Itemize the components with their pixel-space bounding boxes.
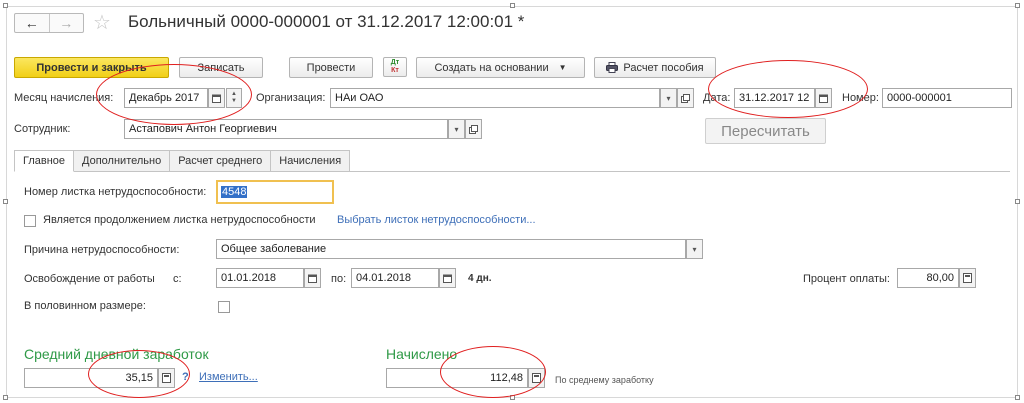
tab-bar: Главное Дополнительно Расчет среднего На… bbox=[14, 150, 351, 172]
printer-icon bbox=[606, 62, 619, 73]
continuation-checkbox[interactable] bbox=[24, 215, 36, 227]
annotation-oval-avg bbox=[88, 350, 190, 398]
org-open-icon[interactable] bbox=[677, 88, 694, 108]
employee-dropdown-icon[interactable]: ▾ bbox=[448, 119, 465, 139]
from-label: с: bbox=[173, 273, 182, 285]
reason-select[interactable]: Общее заболевание bbox=[216, 239, 686, 259]
calc-allowance-button[interactable]: Расчет пособия bbox=[594, 57, 716, 78]
accrued-note: По среднему заработку bbox=[555, 375, 654, 385]
annotation-oval-date bbox=[708, 60, 868, 118]
dt-label: Дт bbox=[390, 59, 400, 66]
post-label: Провести bbox=[306, 61, 356, 74]
number-input[interactable]: 0000-000001 bbox=[882, 88, 1012, 108]
pay-percent-input[interactable]: 80,00 bbox=[897, 268, 959, 288]
employee-open-icon[interactable] bbox=[465, 119, 482, 139]
to-date-input[interactable]: 04.01.2018 bbox=[351, 268, 439, 288]
resize-handle-tm[interactable] bbox=[510, 3, 515, 8]
days-count: 4 дн. bbox=[468, 273, 492, 284]
history-nav: ← → bbox=[14, 13, 84, 33]
organization-input[interactable]: НАи ОАО bbox=[330, 88, 660, 108]
annotation-oval-accrued bbox=[440, 346, 546, 398]
org-dropdown-icon[interactable]: ▾ bbox=[660, 88, 677, 108]
sick-number-label: Номер листка нетрудоспособности: bbox=[24, 186, 207, 198]
from-date-input[interactable]: 01.01.2018 bbox=[216, 268, 304, 288]
back-arrow-icon[interactable]: ← bbox=[15, 14, 49, 32]
favorite-star-icon[interactable]: ☆ bbox=[93, 10, 111, 35]
calendar-icon[interactable] bbox=[304, 268, 321, 288]
tab-average-calc[interactable]: Расчет среднего bbox=[170, 150, 272, 172]
sick-number-value: 4548 bbox=[221, 186, 248, 198]
reason-dropdown-icon[interactable]: ▾ bbox=[686, 239, 703, 259]
chevron-down-icon: ▼ bbox=[558, 63, 567, 72]
resize-handle-bl[interactable] bbox=[3, 395, 8, 400]
resize-handle-tl[interactable] bbox=[3, 3, 8, 8]
resize-handle-br[interactable] bbox=[1015, 395, 1020, 400]
tab-accruals[interactable]: Начисления bbox=[271, 150, 351, 172]
recalculate-label: Пересчитать bbox=[721, 122, 810, 140]
recalculate-button[interactable]: Пересчитать bbox=[705, 118, 826, 144]
choose-sick-leave-link[interactable]: Выбрать листок нетрудоспособности... bbox=[337, 214, 536, 226]
tab-main[interactable]: Главное bbox=[14, 150, 75, 172]
change-avg-link[interactable]: Изменить... bbox=[199, 371, 258, 383]
half-size-label: В половинном размере: bbox=[24, 300, 146, 312]
calendar-icon[interactable] bbox=[439, 268, 456, 288]
sick-number-input[interactable]: 4548 bbox=[216, 180, 334, 204]
pay-percent-label: Процент оплаты: bbox=[803, 273, 890, 285]
kt-label: Кт bbox=[391, 67, 399, 74]
resize-handle-tr[interactable] bbox=[1015, 3, 1020, 8]
reason-label: Причина нетрудоспособности: bbox=[24, 244, 180, 256]
resize-handle-mr[interactable] bbox=[1015, 199, 1020, 204]
org-label: Организация: bbox=[256, 92, 326, 104]
create-based-on-label: Создать на основании bbox=[434, 61, 549, 74]
dt-kt-postings-icon[interactable]: Дт Кт bbox=[383, 57, 407, 77]
create-based-on-button[interactable]: Создать на основании ▼ bbox=[416, 57, 585, 78]
to-label: по: bbox=[331, 273, 347, 285]
forward-arrow-icon[interactable]: → bbox=[48, 14, 84, 32]
employee-label: Сотрудник: bbox=[14, 123, 71, 135]
tab-additional[interactable]: Дополнительно bbox=[74, 150, 171, 172]
calculator-icon[interactable] bbox=[959, 268, 976, 288]
release-label: Освобождение от работы bbox=[24, 273, 155, 285]
annotation-oval-month bbox=[96, 64, 252, 125]
half-size-checkbox[interactable] bbox=[218, 301, 230, 313]
calc-allowance-label: Расчет пособия bbox=[623, 61, 704, 74]
window-title: Больничный 0000-000001 от 31.12.2017 12:… bbox=[128, 12, 525, 31]
resize-handle-ml[interactable] bbox=[3, 199, 8, 204]
continuation-label: Является продолжением листка нетрудоспос… bbox=[43, 214, 316, 226]
post-button[interactable]: Провести bbox=[289, 57, 373, 78]
